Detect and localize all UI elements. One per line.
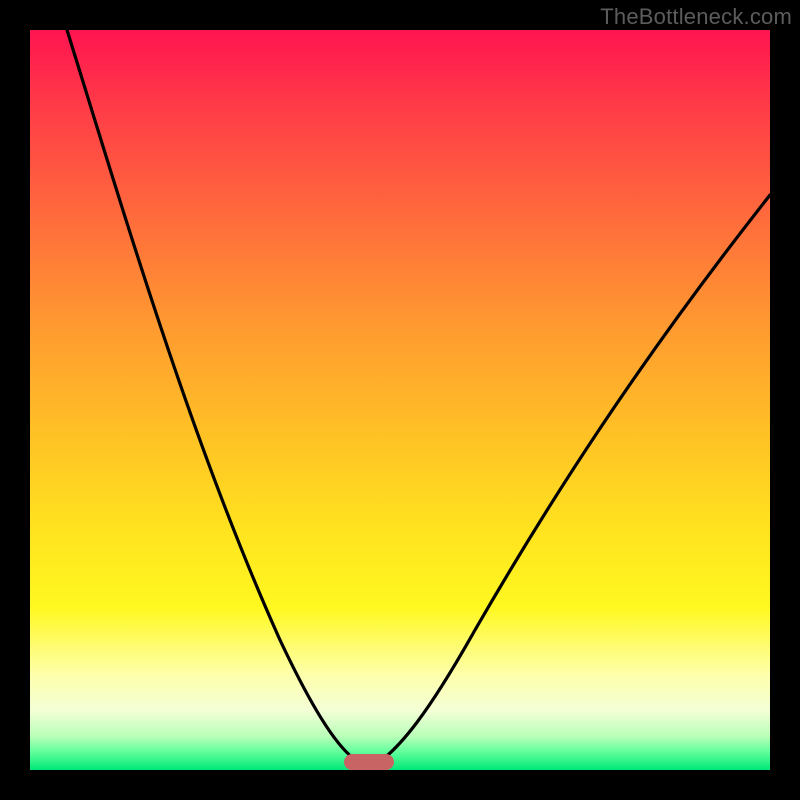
outer-frame: TheBottleneck.com	[0, 0, 800, 800]
curve-layer	[30, 30, 770, 770]
plot-area	[30, 30, 770, 770]
optimum-marker	[344, 754, 394, 770]
watermark-text: TheBottleneck.com	[600, 4, 792, 30]
curve-right-branch	[372, 195, 770, 767]
curve-left-branch	[67, 30, 368, 767]
